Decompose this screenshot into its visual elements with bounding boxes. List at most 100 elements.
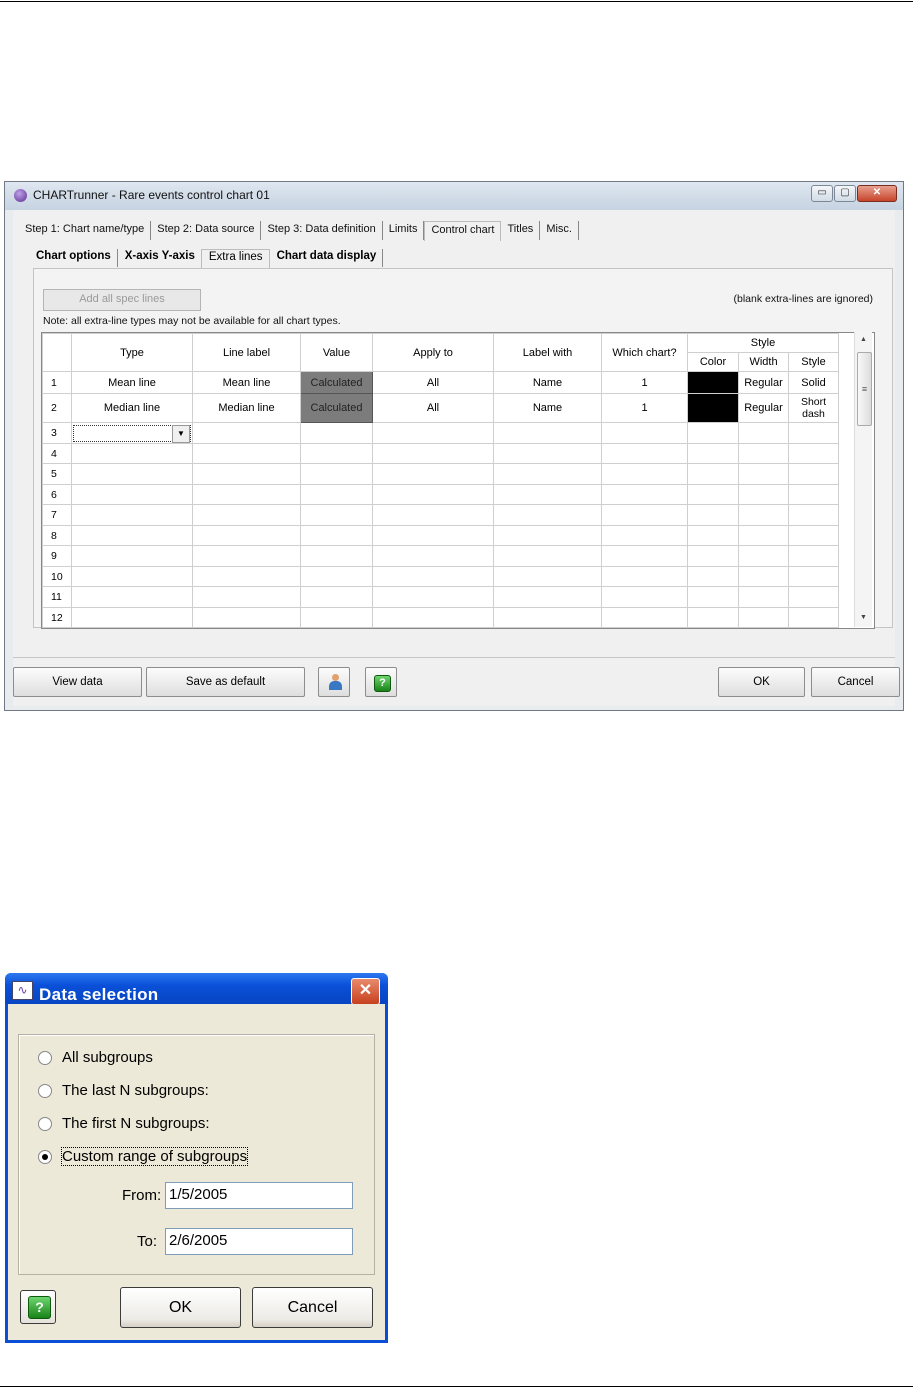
tab-x-axis-y-axis[interactable]: X-axis Y-axis: [118, 249, 201, 267]
dialog-help-button[interactable]: ?: [20, 1290, 56, 1324]
save-as-default-label: Save as default: [185, 676, 266, 688]
all-subgroups-label[interactable]: All subgroups: [62, 1049, 153, 1066]
table-row: 11: [42, 586, 839, 608]
sub-tabs: Chart options X-axis Y-axis Extra lines …: [29, 249, 384, 268]
style-cell[interactable]: Short dash: [788, 393, 839, 423]
row-number: 10: [42, 566, 72, 587]
table-row: 3 ▼: [42, 422, 839, 444]
grid-vertical-scrollbar[interactable]: ▲ ≡ ▼: [854, 332, 872, 627]
type-cell[interactable]: Mean line: [71, 371, 193, 394]
last-n-subgroups-label[interactable]: The last N subgroups:: [62, 1082, 209, 1099]
main-tabs: Step 1: Chart name/type Step 2: Data sou…: [19, 221, 579, 241]
line-label-cell[interactable]: Mean line: [192, 371, 301, 394]
to-date-field[interactable]: 2/6/2005: [165, 1228, 353, 1255]
apply-to-cell[interactable]: All: [372, 371, 494, 394]
last-n-subgroups-radio[interactable]: [38, 1084, 52, 1098]
person-icon: [329, 674, 342, 691]
value-cell[interactable]: Calculated: [300, 371, 373, 394]
tab-data-definition[interactable]: Step 3: Data definition: [261, 221, 383, 240]
which-chart-header: Which chart?: [601, 333, 688, 372]
chartrunner-window: CHARTrunner - Rare events control chart …: [4, 181, 904, 711]
window-title: CHARTrunner - Rare events control chart …: [33, 188, 270, 202]
ok-label: OK: [753, 676, 770, 688]
type-cell[interactable]: Median line: [71, 393, 193, 423]
page-top-rule: [0, 1, 913, 2]
tab-chart-options[interactable]: Chart options: [29, 249, 118, 267]
tab-control-chart[interactable]: Control chart: [424, 221, 502, 241]
chevron-down-icon[interactable]: ▼: [172, 424, 190, 443]
maximize-button[interactable]: ▢: [834, 185, 856, 202]
row-number: 9: [42, 545, 72, 567]
style-cell[interactable]: Solid: [788, 371, 839, 394]
width-header: Width: [738, 352, 789, 372]
scroll-up-icon[interactable]: ▲: [855, 332, 872, 348]
table-row: 1 Mean line Mean line Calculated All Nam…: [42, 371, 839, 394]
row-number: 1: [42, 371, 72, 394]
width-cell[interactable]: Regular: [738, 371, 789, 394]
tab-data-source[interactable]: Step 2: Data source: [151, 221, 262, 240]
tab-titles[interactable]: Titles: [501, 221, 541, 240]
row-number: 6: [42, 484, 72, 505]
label-with-cell[interactable]: Name: [493, 393, 602, 423]
dialog-close-button[interactable]: ✕: [351, 978, 380, 1005]
extra-lines-grid[interactable]: Type Line label Value Apply to Label wit…: [41, 332, 875, 629]
dialog-cancel-label: Cancel: [287, 1299, 338, 1316]
line-label-cell[interactable]: Median line: [192, 393, 301, 423]
table-row: 2 Median line Median line Calculated All…: [42, 393, 839, 423]
which-chart-cell[interactable]: 1: [601, 393, 688, 423]
close-button[interactable]: ✕: [857, 185, 897, 202]
color-header: Color: [687, 352, 739, 372]
row-number: 4: [42, 443, 72, 464]
ok-button[interactable]: OK: [718, 667, 805, 697]
row-number: 3: [42, 422, 72, 444]
all-subgroups-radio[interactable]: [38, 1051, 52, 1065]
from-date-field[interactable]: 1/5/2005: [165, 1182, 353, 1209]
view-data-label: View data: [52, 676, 103, 688]
scroll-thumb[interactable]: ≡: [857, 352, 872, 426]
apply-to-cell[interactable]: All: [372, 393, 494, 423]
page-bottom-rule: [0, 1386, 913, 1387]
save-as-default-button[interactable]: Save as default: [146, 667, 305, 697]
extra-line-types-note: Note: all extra-line types may not be av…: [43, 315, 341, 327]
first-n-subgroups-radio[interactable]: [38, 1117, 52, 1131]
dialog-ok-button[interactable]: OK: [120, 1287, 241, 1328]
tab-misc[interactable]: Misc.: [540, 221, 579, 240]
first-n-subgroups-label[interactable]: The first N subgroups:: [62, 1115, 210, 1132]
width-cell[interactable]: Regular: [738, 393, 789, 423]
which-chart-cell[interactable]: 1: [601, 371, 688, 394]
tab-extra-lines[interactable]: Extra lines: [200, 249, 270, 268]
add-all-spec-lines-button[interactable]: Add all spec lines: [43, 289, 201, 311]
row-number: 12: [42, 607, 72, 628]
type-header: Type: [71, 333, 193, 372]
label-with-cell[interactable]: Name: [493, 371, 602, 394]
scroll-down-icon[interactable]: ▼: [855, 610, 872, 626]
color-swatch[interactable]: [687, 371, 739, 394]
title-bar[interactable]: CHARTrunner - Rare events control chart …: [5, 182, 903, 210]
style-group-header: Style: [687, 333, 839, 353]
table-row: 10: [42, 566, 839, 587]
dialog-ok-label: OK: [168, 1299, 193, 1316]
user-settings-button[interactable]: [318, 667, 350, 697]
view-data-button[interactable]: View data: [13, 667, 142, 697]
label-with-header: Label with: [493, 333, 602, 372]
custom-range-radio[interactable]: [38, 1150, 52, 1164]
tab-chart-name-type[interactable]: Step 1: Chart name/type: [19, 221, 152, 240]
color-swatch[interactable]: [687, 393, 739, 423]
value-cell[interactable]: Calculated: [300, 393, 373, 423]
table-row: 4: [42, 443, 839, 464]
custom-range-label[interactable]: Custom range of subgroups: [60, 1147, 249, 1166]
dialog-title-bar[interactable]: ∿ Data selection ✕: [5, 973, 388, 1005]
tab-limits[interactable]: Limits: [383, 221, 425, 240]
help-icon: ?: [374, 675, 391, 692]
style-header: Style: [788, 352, 839, 372]
chart-wave-icon: ∿: [12, 981, 33, 1000]
type-dropdown-cell[interactable]: ▼: [71, 422, 193, 444]
to-label: To:: [137, 1233, 158, 1250]
tab-chart-data-display[interactable]: Chart data display: [270, 249, 384, 267]
help-icon: ?: [28, 1296, 51, 1319]
help-button[interactable]: ?: [365, 667, 397, 697]
dialog-cancel-button[interactable]: Cancel: [252, 1287, 373, 1328]
table-row: 8: [42, 525, 839, 546]
cancel-button[interactable]: Cancel: [811, 667, 900, 697]
minimize-button[interactable]: ▭: [811, 185, 833, 202]
